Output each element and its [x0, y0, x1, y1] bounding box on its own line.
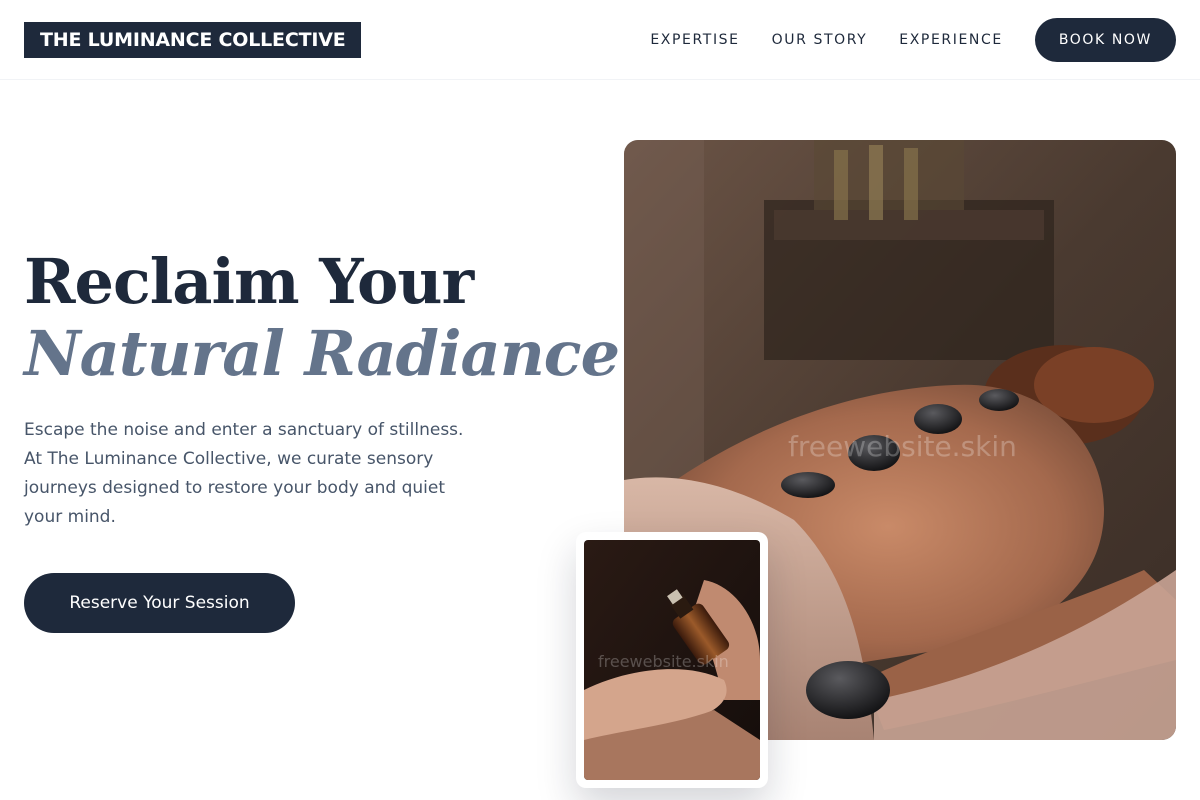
hero-description: Escape the noise and enter a sanctuary o… — [24, 420, 464, 527]
site-header: THE LUMINANCE COLLECTIVE EXPERTISE OUR S… — [0, 0, 1200, 80]
hero-title: Reclaim Your Natural Radiance — [24, 245, 620, 390]
reserve-session-button[interactable]: Reserve Your Session — [24, 573, 295, 633]
main-nav: EXPERTISE OUR STORY EXPERIENCE BOOK NOW — [650, 18, 1176, 62]
massage-oil-image — [584, 540, 760, 780]
hero-title-line-1: Reclaim Your — [24, 245, 474, 318]
hero-title-line-2: Natural Radiance — [24, 317, 620, 390]
nav-item-our-story[interactable]: OUR STORY — [772, 32, 868, 48]
nav-item-experience[interactable]: EXPERIENCE — [899, 32, 1003, 48]
oil-photo-card: freewebsite.skin — [576, 532, 768, 788]
nav-item-expertise[interactable]: EXPERTISE — [650, 32, 739, 48]
book-now-button[interactable]: BOOK NOW — [1034, 18, 1176, 62]
brand-logo[interactable]: THE LUMINANCE COLLECTIVE — [24, 22, 362, 58]
